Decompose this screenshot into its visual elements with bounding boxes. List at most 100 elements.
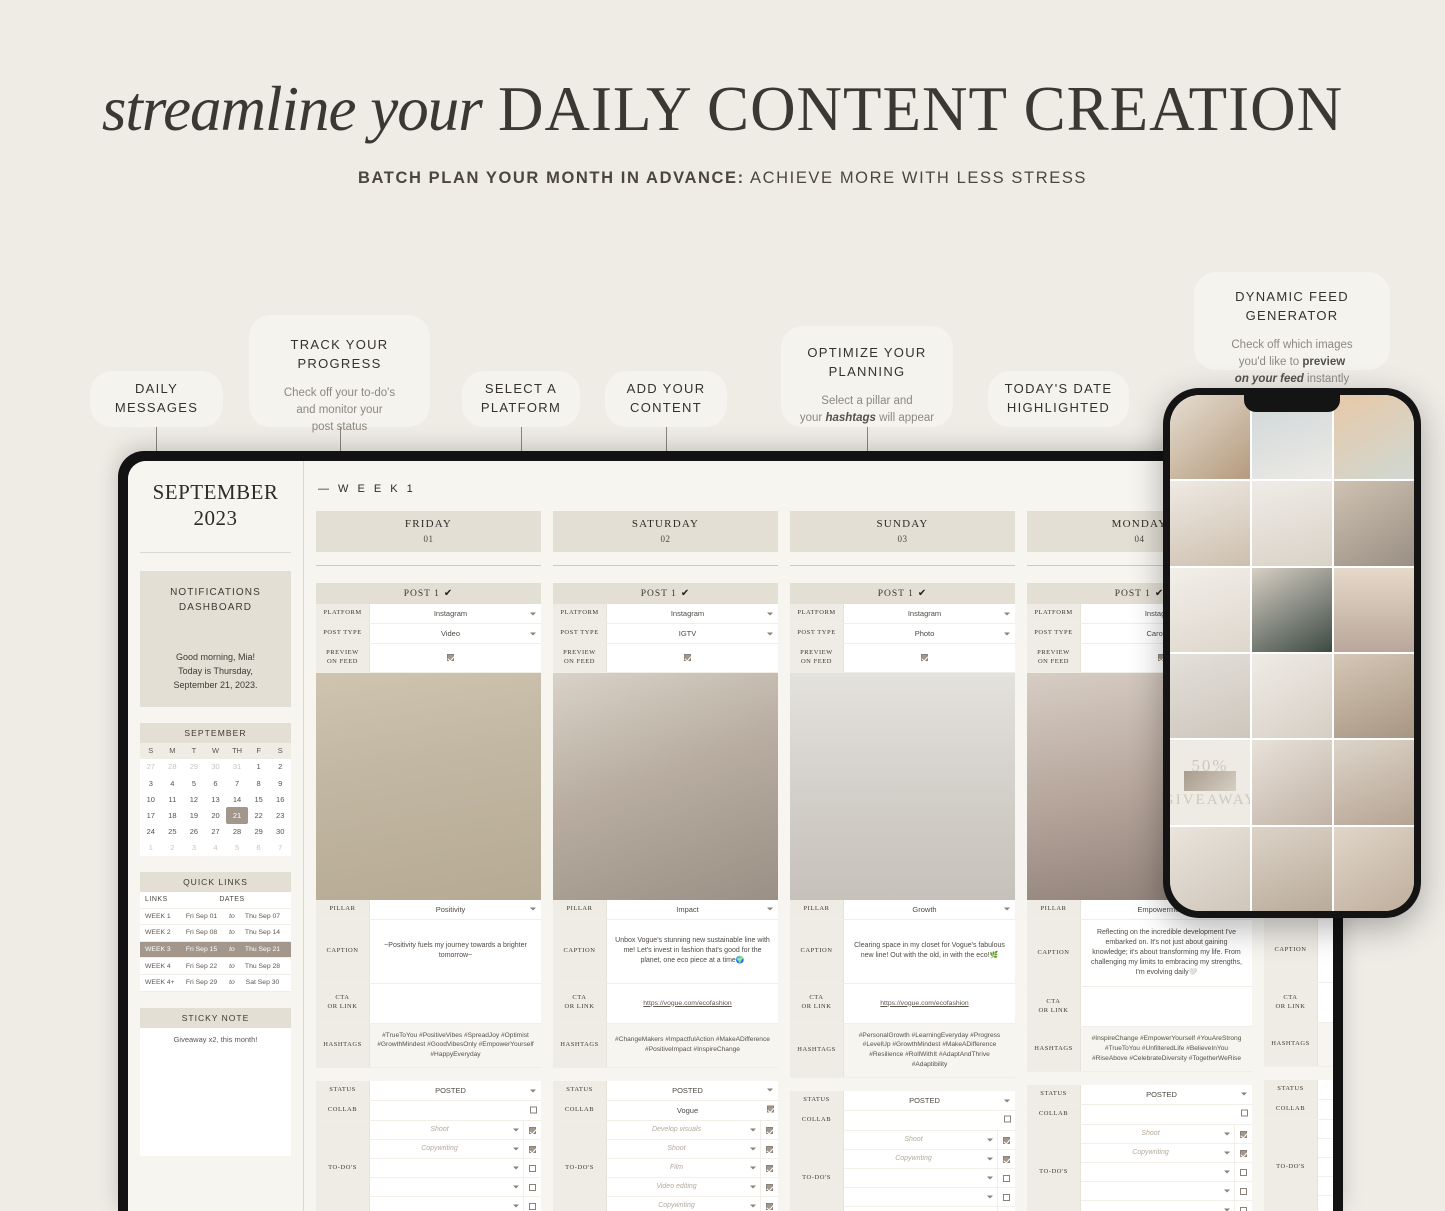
calendar-day-cell[interactable]: 3 [183, 840, 205, 856]
collab-field[interactable] [370, 1101, 541, 1120]
checkbox-icon[interactable] [529, 1202, 536, 1210]
status-select[interactable]: POSTED [844, 1091, 1015, 1110]
checkbox-checked-icon[interactable] [529, 1126, 536, 1134]
caption-field[interactable] [1318, 919, 1333, 982]
calendar-day-cell[interactable]: 13 [205, 791, 227, 807]
todo-item[interactable] [844, 1168, 1015, 1188]
todo-item[interactable]: Shoot [607, 1139, 778, 1159]
feed-tile[interactable] [1170, 481, 1250, 566]
todo-checkbox[interactable] [760, 1139, 778, 1158]
todo-item[interactable]: Copywriting [370, 1139, 541, 1159]
check-icon[interactable]: ✔ [681, 588, 690, 599]
calendar-day-cell[interactable]: 24 [140, 824, 162, 840]
status-select[interactable]: POSTED [1081, 1085, 1252, 1104]
calendar-day-cell[interactable]: 1 [248, 759, 270, 775]
checkbox-checked-icon[interactable] [1003, 1136, 1010, 1144]
collab-field[interactable] [1318, 1100, 1333, 1119]
todo-checkbox[interactable] [1234, 1181, 1252, 1200]
feed-tile[interactable] [1170, 395, 1250, 480]
chevron-down-icon[interactable] [1004, 632, 1010, 635]
todo-text[interactable]: Shoot [607, 1145, 746, 1152]
calendar-day-cell[interactable]: 17 [140, 807, 162, 823]
quick-link-row[interactable]: WEEK 4 Fri Sep 22 to Thu Sep 28 [140, 958, 291, 975]
chevron-down-icon[interactable] [530, 612, 536, 615]
cta-link[interactable]: https://vogue.com/ecofashion [880, 1000, 968, 1007]
post-type-select[interactable]: IGTV [607, 624, 778, 643]
feed-tile[interactable] [1252, 826, 1332, 911]
checkbox-checked-icon[interactable] [1240, 1130, 1247, 1138]
collab-field[interactable] [1081, 1105, 1252, 1124]
todo-checkbox[interactable] [760, 1177, 778, 1196]
collab-field[interactable] [844, 1111, 1015, 1130]
hashtags-field[interactable]: #ChangeMakers #ImpactfulAction #MakeADif… [607, 1023, 778, 1067]
sticky-note-panel[interactable]: STICKY NOTE Giveaway x2, this month! [140, 1007, 291, 1156]
todo-item[interactable] [1081, 1200, 1252, 1211]
todo-item[interactable]: Copywriting [844, 1149, 1015, 1169]
calendar-day-cell[interactable]: 11 [162, 791, 184, 807]
mini-calendar[interactable]: SEPTEMBER S M T W TH F S 27 28 29 30 31 1 2 3 4 5 6 7 8 9 10… [140, 722, 291, 856]
chevron-down-icon[interactable] [767, 632, 773, 635]
feed-tile[interactable] [1252, 653, 1332, 739]
todo-checkbox[interactable] [1234, 1124, 1252, 1143]
todo-checkbox[interactable] [523, 1177, 541, 1196]
todo-item[interactable]: Film [607, 1158, 778, 1178]
todo-item[interactable] [844, 1187, 1015, 1207]
chevron-down-icon[interactable] [530, 907, 536, 911]
row-checkbox[interactable] [1241, 1109, 1248, 1119]
calendar-day-cell[interactable]: 7 [269, 840, 291, 856]
chevron-down-icon[interactable] [1004, 612, 1010, 615]
chevron-down-icon[interactable] [1241, 1092, 1247, 1096]
chevron-down-icon[interactable] [767, 612, 773, 615]
hashtags-field[interactable]: #PersonalGrowth #LearningEveryday #Progr… [844, 1023, 1015, 1078]
cta-link[interactable]: https://vogue.com/ecofashion [643, 1000, 731, 1007]
sticky-note-pad[interactable] [140, 1051, 291, 1156]
cta-link-field[interactable]: https://vogue.com/ecofashion [607, 984, 778, 1023]
todo-text[interactable]: Copywriting [370, 1145, 509, 1152]
todo-checkbox[interactable] [523, 1158, 541, 1177]
calendar-day-cell[interactable]: 20 [205, 807, 227, 823]
todo-item[interactable] [370, 1177, 541, 1197]
quick-link-row[interactable]: WEEK 4+ Fri Sep 29 to Sat Sep 30 [140, 975, 291, 992]
todo-text[interactable]: Shoot [370, 1126, 509, 1133]
todo-text[interactable]: Video editing [607, 1183, 746, 1190]
calendar-day-cell[interactable]: 10 [140, 791, 162, 807]
calendar-day-cell[interactable]: 6 [205, 775, 227, 791]
calendar-day-cell[interactable]: 27 [205, 824, 227, 840]
calendar-day-cell[interactable]: 7 [226, 775, 248, 791]
calendar-day-cell[interactable]: 4 [162, 775, 184, 791]
row-checkbox[interactable] [530, 1106, 537, 1115]
todo-item[interactable] [370, 1196, 541, 1211]
calendar-day-cell[interactable]: 5 [226, 840, 248, 856]
todo-checkbox[interactable] [760, 1158, 778, 1177]
todo-checkbox[interactable] [997, 1206, 1015, 1211]
calendar-day-cell[interactable]: 28 [162, 759, 184, 775]
platform-select[interactable]: Instagram [370, 604, 541, 623]
post-type-select[interactable]: Photo [844, 624, 1015, 643]
todo-checkbox[interactable] [997, 1149, 1015, 1168]
chevron-down-icon[interactable] [530, 632, 536, 635]
calendar-day-today[interactable]: 21 [226, 807, 248, 824]
calendar-day-cell[interactable]: 6 [248, 840, 270, 856]
calendar-day-cell[interactable]: 29 [248, 824, 270, 840]
todo-item[interactable]: Copywriting [607, 1196, 778, 1211]
checkbox-checked-icon[interactable] [529, 1145, 536, 1153]
checkbox-icon[interactable] [1004, 1115, 1011, 1123]
quick-link-row[interactable]: WEEK 2 Fri Sep 08 to Thu Sep 14 [140, 925, 291, 942]
status-select[interactable]: POSTED [1318, 1080, 1333, 1099]
checkbox-icon[interactable] [1241, 1109, 1248, 1117]
todo-checkbox[interactable] [1234, 1162, 1252, 1181]
feed-tile[interactable] [1170, 567, 1250, 652]
todo-text[interactable]: Copywriting [1081, 1149, 1220, 1156]
checkbox-checked-icon[interactable] [684, 654, 691, 662]
post-type-select[interactable]: Video [370, 624, 541, 643]
todo-item[interactable] [370, 1158, 541, 1178]
hashtags-field[interactable] [1318, 1023, 1333, 1067]
calendar-day-cell[interactable]: 8 [248, 775, 270, 791]
post-image-preview[interactable] [316, 672, 541, 900]
todo-checkbox[interactable] [1234, 1143, 1252, 1162]
feed-tile[interactable] [1334, 653, 1414, 739]
todo-checkbox[interactable] [997, 1187, 1015, 1206]
todo-checkbox[interactable] [997, 1168, 1015, 1187]
checkbox-checked-icon[interactable] [767, 1105, 774, 1113]
todo-item[interactable]: Copywriting [1081, 1143, 1252, 1163]
